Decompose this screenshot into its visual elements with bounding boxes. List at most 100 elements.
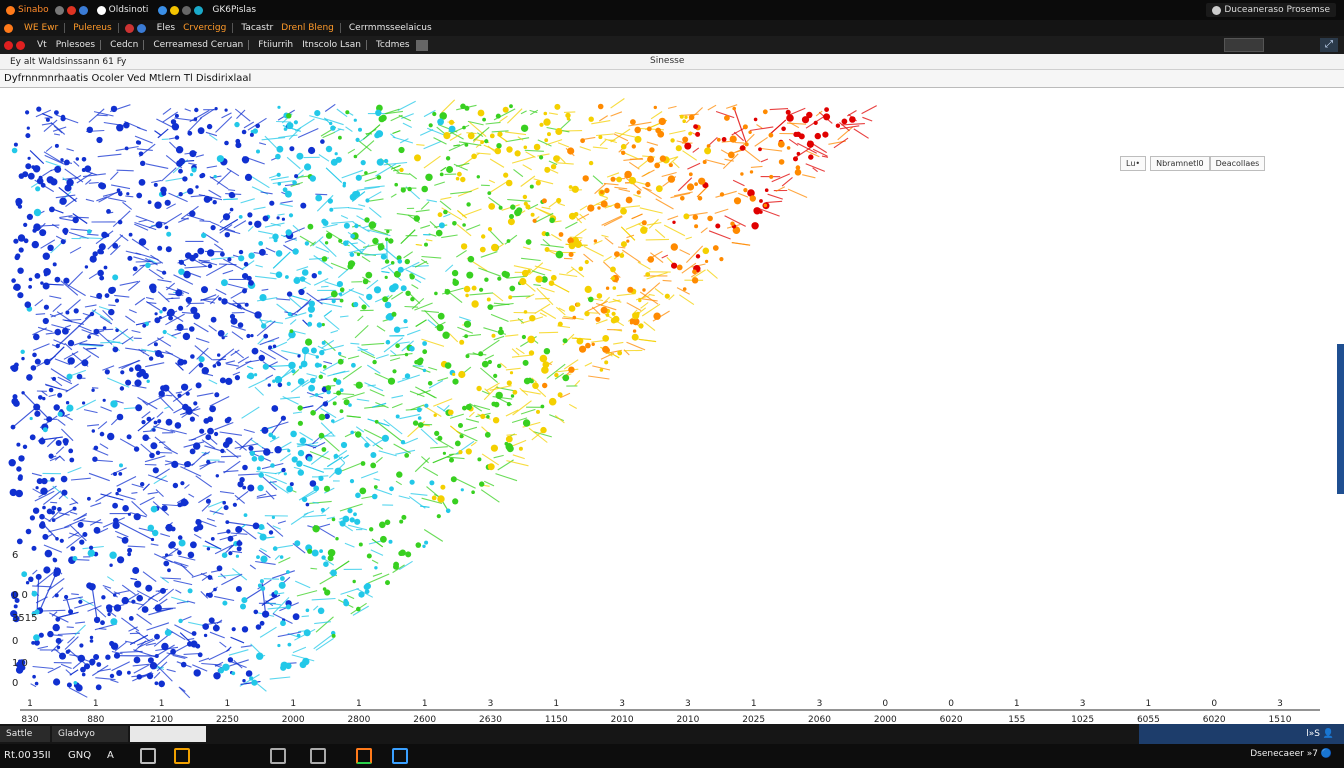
data-point[interactable] bbox=[171, 460, 179, 468]
data-point[interactable] bbox=[180, 481, 185, 486]
data-point[interactable] bbox=[224, 108, 228, 112]
data-point[interactable] bbox=[278, 581, 286, 589]
data-point[interactable] bbox=[727, 151, 735, 159]
data-point[interactable] bbox=[361, 304, 367, 310]
data-point[interactable] bbox=[187, 188, 194, 195]
data-point[interactable] bbox=[218, 297, 222, 301]
data-point[interactable] bbox=[33, 403, 41, 411]
data-point[interactable] bbox=[621, 150, 626, 155]
data-point[interactable] bbox=[106, 209, 111, 214]
data-point[interactable] bbox=[142, 323, 147, 328]
data-point[interactable] bbox=[262, 363, 269, 370]
data-point[interactable] bbox=[89, 545, 94, 550]
data-point[interactable] bbox=[154, 604, 162, 612]
data-point[interactable] bbox=[600, 200, 608, 208]
data-point[interactable] bbox=[307, 305, 315, 313]
data-point[interactable] bbox=[321, 218, 327, 224]
data-point[interactable] bbox=[658, 117, 666, 126]
data-point[interactable] bbox=[421, 185, 429, 193]
data-point[interactable] bbox=[197, 247, 205, 255]
data-point[interactable] bbox=[587, 204, 595, 212]
data-point[interactable] bbox=[185, 296, 192, 304]
data-point[interactable] bbox=[604, 187, 610, 194]
data-point[interactable] bbox=[162, 270, 167, 275]
data-point[interactable] bbox=[392, 369, 397, 374]
data-point[interactable] bbox=[164, 199, 171, 206]
data-point[interactable] bbox=[254, 373, 258, 377]
data-point[interactable] bbox=[187, 130, 193, 136]
data-point[interactable] bbox=[219, 377, 226, 384]
data-point[interactable] bbox=[28, 285, 32, 289]
data-point[interactable] bbox=[353, 301, 359, 308]
data-point[interactable] bbox=[246, 374, 251, 379]
data-point[interactable] bbox=[79, 643, 84, 648]
data-point[interactable] bbox=[692, 214, 698, 220]
data-point[interactable] bbox=[271, 405, 279, 412]
data-point[interactable] bbox=[113, 593, 117, 597]
data-point[interactable] bbox=[541, 366, 549, 374]
data-point[interactable] bbox=[532, 382, 539, 390]
data-point[interactable] bbox=[268, 345, 273, 350]
data-point[interactable] bbox=[286, 381, 291, 386]
data-point[interactable] bbox=[36, 106, 42, 112]
data-point[interactable] bbox=[105, 233, 110, 238]
data-point[interactable] bbox=[422, 544, 426, 548]
data-point[interactable] bbox=[289, 329, 294, 333]
data-point[interactable] bbox=[489, 133, 495, 139]
data-point[interactable] bbox=[498, 205, 503, 210]
data-point[interactable] bbox=[721, 137, 727, 142]
data-point[interactable] bbox=[315, 194, 323, 202]
data-point[interactable] bbox=[170, 648, 177, 655]
data-point[interactable] bbox=[383, 158, 389, 164]
tab-2[interactable]: Eles bbox=[157, 23, 175, 33]
data-point[interactable] bbox=[444, 362, 452, 369]
data-point[interactable] bbox=[68, 448, 74, 454]
data-point[interactable] bbox=[376, 175, 382, 180]
data-point[interactable] bbox=[345, 110, 350, 115]
data-point[interactable] bbox=[18, 173, 25, 179]
data-point[interactable] bbox=[91, 429, 96, 433]
data-point[interactable] bbox=[60, 158, 64, 162]
data-point[interactable] bbox=[638, 298, 642, 303]
data-point[interactable] bbox=[544, 138, 549, 143]
data-point[interactable] bbox=[81, 359, 89, 367]
data-point[interactable] bbox=[358, 591, 365, 598]
data-point[interactable] bbox=[98, 243, 106, 251]
data-point[interactable] bbox=[487, 463, 495, 471]
data-point[interactable] bbox=[167, 311, 172, 316]
data-point[interactable] bbox=[52, 262, 57, 267]
data-point[interactable] bbox=[126, 434, 132, 440]
data-point[interactable] bbox=[287, 449, 291, 453]
data-point[interactable] bbox=[55, 537, 59, 541]
data-point[interactable] bbox=[228, 551, 233, 556]
data-point[interactable] bbox=[347, 263, 354, 270]
data-point[interactable] bbox=[342, 515, 350, 523]
data-point[interactable] bbox=[808, 154, 814, 160]
data-point[interactable] bbox=[174, 113, 179, 118]
data-point[interactable] bbox=[369, 527, 374, 532]
data-point[interactable] bbox=[115, 491, 119, 496]
data-point[interactable] bbox=[54, 110, 59, 115]
data-point[interactable] bbox=[632, 312, 640, 320]
data-point[interactable] bbox=[431, 495, 437, 501]
data-point[interactable] bbox=[488, 203, 496, 210]
data-point[interactable] bbox=[543, 118, 551, 126]
data-point[interactable] bbox=[343, 240, 349, 246]
data-point[interactable] bbox=[331, 633, 336, 638]
data-point[interactable] bbox=[51, 518, 56, 522]
data-point[interactable] bbox=[241, 156, 250, 164]
data-point[interactable] bbox=[325, 145, 333, 153]
data-point[interactable] bbox=[277, 182, 282, 186]
data-point[interactable] bbox=[509, 285, 516, 292]
data-point[interactable] bbox=[77, 654, 86, 663]
data-point[interactable] bbox=[190, 354, 195, 359]
data-point[interactable] bbox=[297, 378, 305, 385]
data-point[interactable] bbox=[195, 382, 202, 389]
data-point[interactable] bbox=[80, 666, 86, 673]
data-point[interactable] bbox=[724, 115, 730, 121]
data-point[interactable] bbox=[806, 140, 815, 148]
data-point[interactable] bbox=[115, 328, 119, 333]
data-point[interactable] bbox=[93, 654, 100, 660]
data-point[interactable] bbox=[221, 298, 228, 305]
data-point[interactable] bbox=[645, 272, 651, 277]
